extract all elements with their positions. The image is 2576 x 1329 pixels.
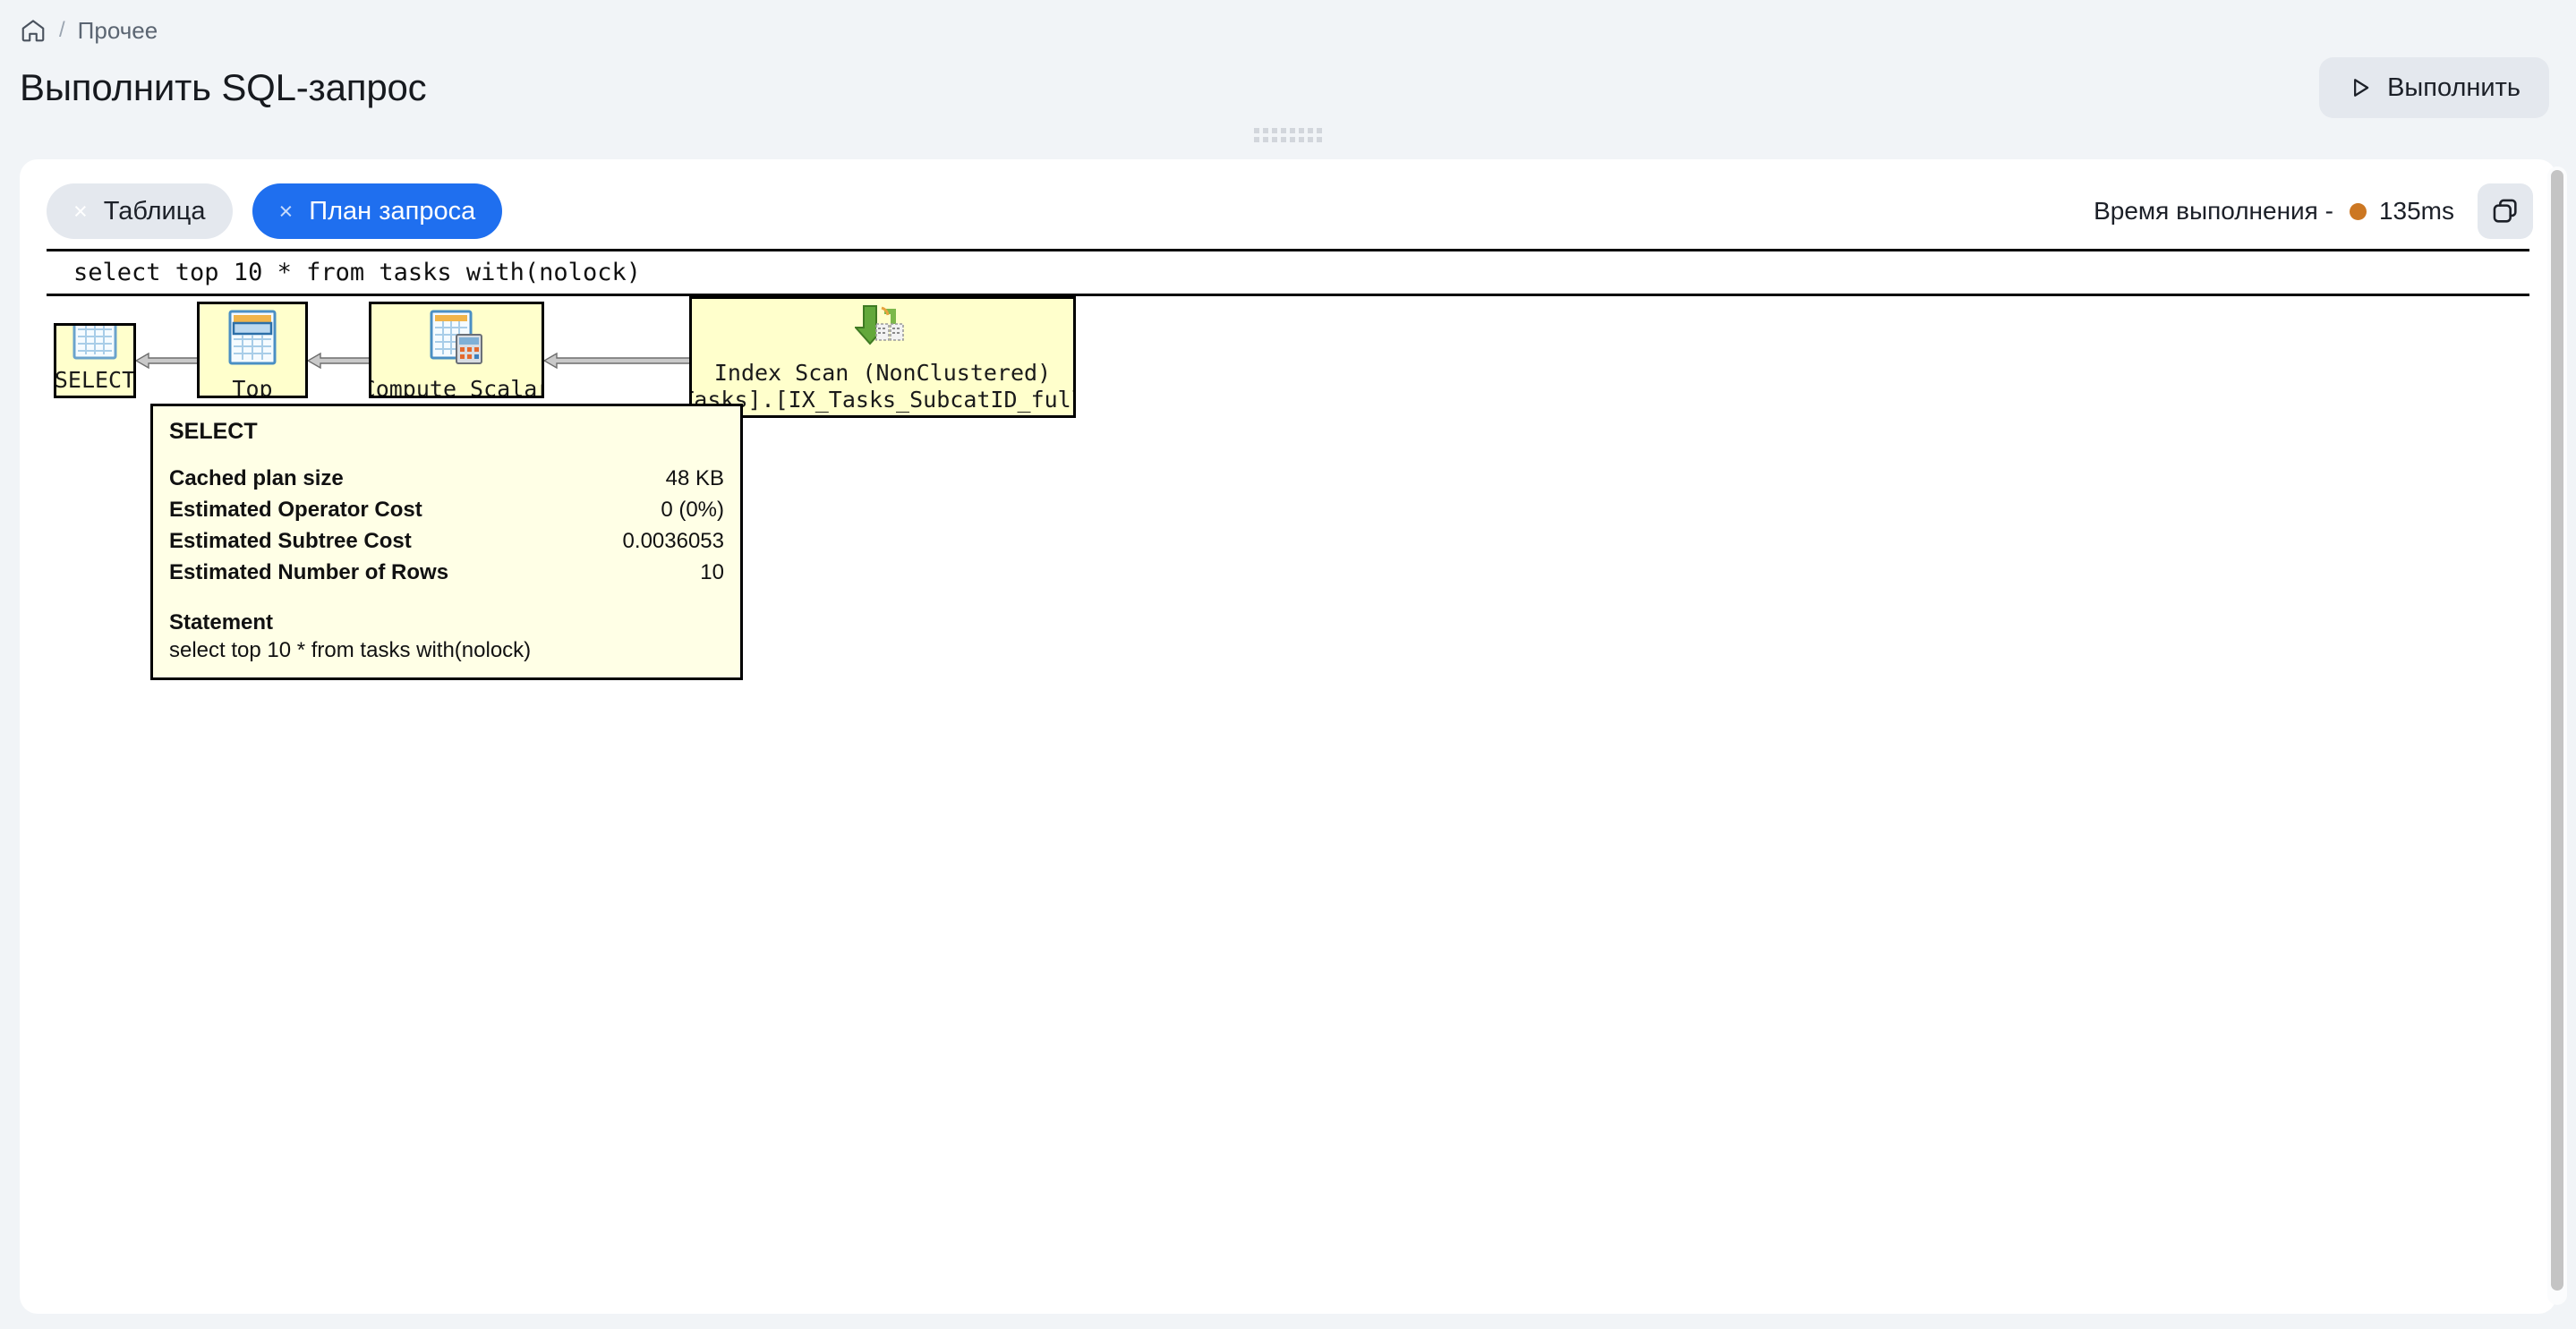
- execution-time-value: 135ms: [2378, 197, 2454, 225]
- close-icon[interactable]: ×: [73, 199, 88, 224]
- close-icon[interactable]: ×: [279, 199, 294, 224]
- tab-list: × Таблица × План запроса: [47, 183, 503, 239]
- vertical-scrollbar-thumb[interactable]: [2551, 170, 2563, 1291]
- tab-query-plan-label: План запроса: [309, 196, 476, 226]
- plan-node-tooltip: SELECT Cached plan size 48 KB Estimated …: [150, 404, 743, 680]
- run-query-button[interactable]: Выполнить: [2319, 57, 2549, 118]
- copy-button[interactable]: [2478, 183, 2533, 239]
- plan-arrow: [308, 350, 372, 371]
- tooltip-value: 0 (0%): [661, 498, 724, 522]
- tooltip-statement-label: Statement: [169, 610, 274, 635]
- plan-node-cost: Cost: 100%: [815, 414, 951, 416]
- page-header: Выполнить SQL-запрос Выполнить: [0, 45, 2576, 122]
- play-icon: [2348, 75, 2373, 100]
- tooltip-title: SELECT: [169, 419, 258, 444]
- tooltip-key: Estimated Number of Rows: [169, 560, 449, 584]
- vertical-scrollbar[interactable]: [2547, 166, 2567, 1305]
- plan-node-select[interactable]: SELECT: [54, 323, 136, 398]
- plan-node-index-scan[interactable]: Index Scan (NonClustered) [Tasks].[IX_Ta…: [689, 296, 1076, 418]
- tooltip-value: 48 KB: [665, 466, 724, 490]
- tooltip-value: 10: [700, 560, 724, 584]
- tooltip-key: Estimated Subtree Cost: [169, 529, 412, 553]
- result-table-icon: [73, 326, 117, 367]
- plan-node-label: Compute Scalar: [369, 375, 544, 398]
- top-table-icon: [227, 310, 277, 372]
- plan-arrow: [544, 350, 693, 371]
- breadcrumb: / Прочее: [0, 0, 2576, 45]
- results-panel: × Таблица × План запроса Время выполнени…: [20, 159, 2556, 1314]
- execution-time-label: Время выполнения -: [2094, 197, 2333, 225]
- results-tabbar: × Таблица × План запроса Время выполнени…: [20, 159, 2556, 243]
- tab-table-label: Таблица: [103, 196, 206, 226]
- copy-icon: [2490, 196, 2521, 226]
- tab-query-plan[interactable]: × План запроса: [252, 183, 503, 239]
- tooltip-key: Estimated Operator Cost: [169, 498, 422, 522]
- run-query-label: Выполнить: [2387, 72, 2521, 102]
- plan-node-object: [Tasks].[IX_Tasks_SubcatID_full]: [692, 387, 1073, 413]
- plan-node-label: SELECT: [54, 366, 136, 393]
- breadcrumb-separator: /: [59, 18, 65, 42]
- tab-table[interactable]: × Таблица: [47, 183, 233, 239]
- plan-node-label: Index Scan (NonClustered): [713, 359, 1052, 386]
- tooltip-row: Estimated Number of Rows 10: [169, 560, 724, 585]
- status-dot: [2349, 202, 2367, 220]
- compute-scalar-icon: [430, 310, 483, 372]
- tooltip-value: 0.0036053: [622, 529, 724, 553]
- index-scan-icon: [853, 304, 910, 356]
- sql-query-text: select top 10 * from tasks with(nolock): [47, 249, 2529, 296]
- tooltip-statement: select top 10 * from tasks with(nolock): [169, 638, 532, 662]
- breadcrumb-current[interactable]: Прочее: [78, 17, 158, 45]
- results-status: Время выполнения - 135ms: [2094, 183, 2533, 239]
- tooltip-row: Estimated Operator Cost 0 (0%): [169, 498, 724, 523]
- execution-time: Время выполнения - 135ms: [2094, 197, 2454, 226]
- tooltip-key: Cached plan size: [169, 466, 344, 490]
- panel-resize-handle[interactable]: [0, 127, 2576, 143]
- home-icon[interactable]: [20, 17, 47, 44]
- plan-node-label: Top: [232, 375, 273, 398]
- query-plan-canvas: SELECT Top Cost: 0%: [47, 296, 2556, 1102]
- grip-dots: [1254, 128, 1322, 142]
- plan-node-top[interactable]: Top Cost: 0%: [197, 302, 308, 398]
- tooltip-row: Estimated Subtree Cost 0.0036053: [169, 529, 724, 554]
- plan-node-compute-scalar[interactable]: Compute Scalar Cost: 0%: [369, 302, 544, 398]
- page-title: Выполнить SQL-запрос: [20, 66, 427, 108]
- tooltip-row: Cached plan size 48 KB: [169, 466, 724, 491]
- plan-arrow: [136, 350, 200, 371]
